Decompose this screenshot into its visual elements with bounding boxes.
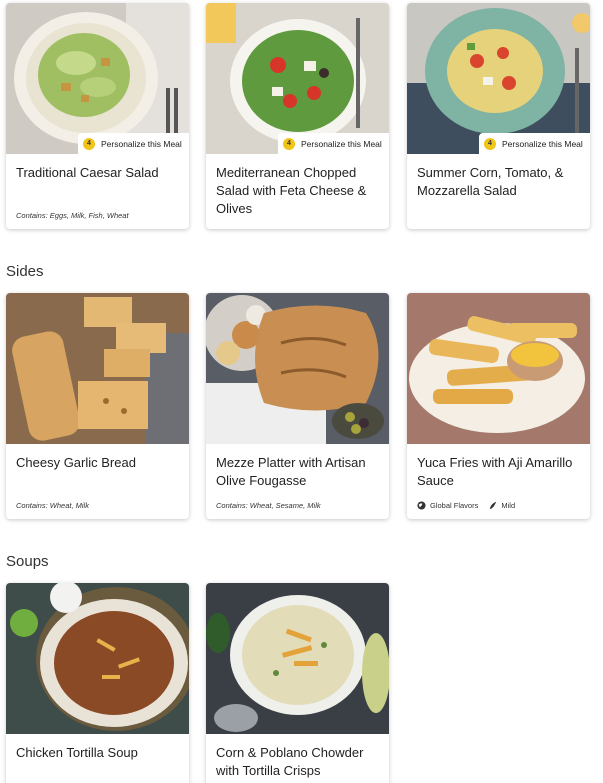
meal-image-corn-poblano-chowder[interactable]: [206, 583, 389, 734]
meal-title[interactable]: Corn & Poblano Chowder with Tortilla Cri…: [216, 744, 381, 780]
meal-tags: Global Flavors Mild: [417, 501, 525, 510]
meal-title[interactable]: Mezze Platter with Artisan Olive Fougass…: [216, 454, 381, 490]
meal-image-mediterranean-salad[interactable]: [206, 3, 389, 154]
meal-card-chicken-tortilla-soup[interactable]: Chicken Tortilla Soup: [6, 583, 189, 783]
personalize-count-badge: 4: [83, 137, 95, 150]
personalize-count-badge: 4: [484, 137, 496, 150]
meal-card-corn-poblano-chowder[interactable]: Corn & Poblano Chowder with Tortilla Cri…: [206, 583, 389, 783]
allergen-contains: Contains: Eggs, Milk, Fish, Wheat: [16, 211, 129, 220]
meal-card-cheesy-garlic-bread[interactable]: Cheesy Garlic Bread Contains: Wheat, Mil…: [6, 293, 189, 519]
pepper-icon: [490, 501, 497, 510]
tag-global-flavors: Global Flavors: [417, 501, 478, 510]
meal-card-caesar-salad[interactable]: 4 Personalize this Meal Traditional Caes…: [6, 3, 189, 229]
meal-image-cheesy-garlic-bread[interactable]: [6, 293, 189, 444]
globe-icon: [417, 501, 426, 510]
meal-image-yuca-fries[interactable]: [407, 293, 590, 444]
meal-card-mezze-platter[interactable]: Mezze Platter with Artisan Olive Fougass…: [206, 293, 389, 519]
meal-image-mezze-platter[interactable]: [206, 293, 389, 444]
meal-title[interactable]: Cheesy Garlic Bread: [16, 454, 181, 472]
personalize-meal-button[interactable]: 4 Personalize this Meal: [78, 133, 189, 154]
meal-image-summer-corn-salad[interactable]: [407, 3, 590, 154]
personalize-label: Personalize this Meal: [301, 138, 382, 149]
personalize-meal-button[interactable]: 4 Personalize this Meal: [278, 133, 389, 154]
tag-mild: Mild: [488, 501, 515, 510]
personalize-label: Personalize this Meal: [101, 138, 182, 149]
meal-card-summer-corn-salad[interactable]: 4 Personalize this Meal Summer Corn, Tom…: [407, 3, 590, 229]
section-heading-soups: Soups: [6, 553, 49, 570]
personalize-count-badge: 4: [283, 137, 295, 150]
allergen-contains: Contains: Wheat, Milk: [16, 501, 89, 510]
meal-image-caesar-salad[interactable]: [6, 3, 189, 154]
personalize-meal-button[interactable]: 4 Personalize this Meal: [479, 133, 590, 154]
personalize-label: Personalize this Meal: [502, 138, 583, 149]
meal-card-mediterranean-salad[interactable]: 4 Personalize this Meal Mediterranean Ch…: [206, 3, 389, 229]
tag-label: Mild: [501, 501, 516, 510]
section-heading-sides: Sides: [6, 263, 44, 280]
meal-title[interactable]: Summer Corn, Tomato, & Mozzarella Salad: [417, 164, 582, 200]
meal-title[interactable]: Traditional Caesar Salad: [16, 164, 181, 182]
allergen-contains: Contains: Wheat, Sesame, Milk: [216, 501, 321, 510]
tag-label: Global Flavors: [430, 501, 479, 510]
meal-card-yuca-fries[interactable]: Yuca Fries with Aji Amarillo Sauce Globa…: [407, 293, 590, 519]
meal-title[interactable]: Mediterranean Chopped Salad with Feta Ch…: [216, 164, 381, 218]
meal-title[interactable]: Chicken Tortilla Soup: [16, 744, 181, 762]
meal-image-chicken-tortilla-soup[interactable]: [6, 583, 189, 734]
meal-title[interactable]: Yuca Fries with Aji Amarillo Sauce: [417, 454, 582, 490]
